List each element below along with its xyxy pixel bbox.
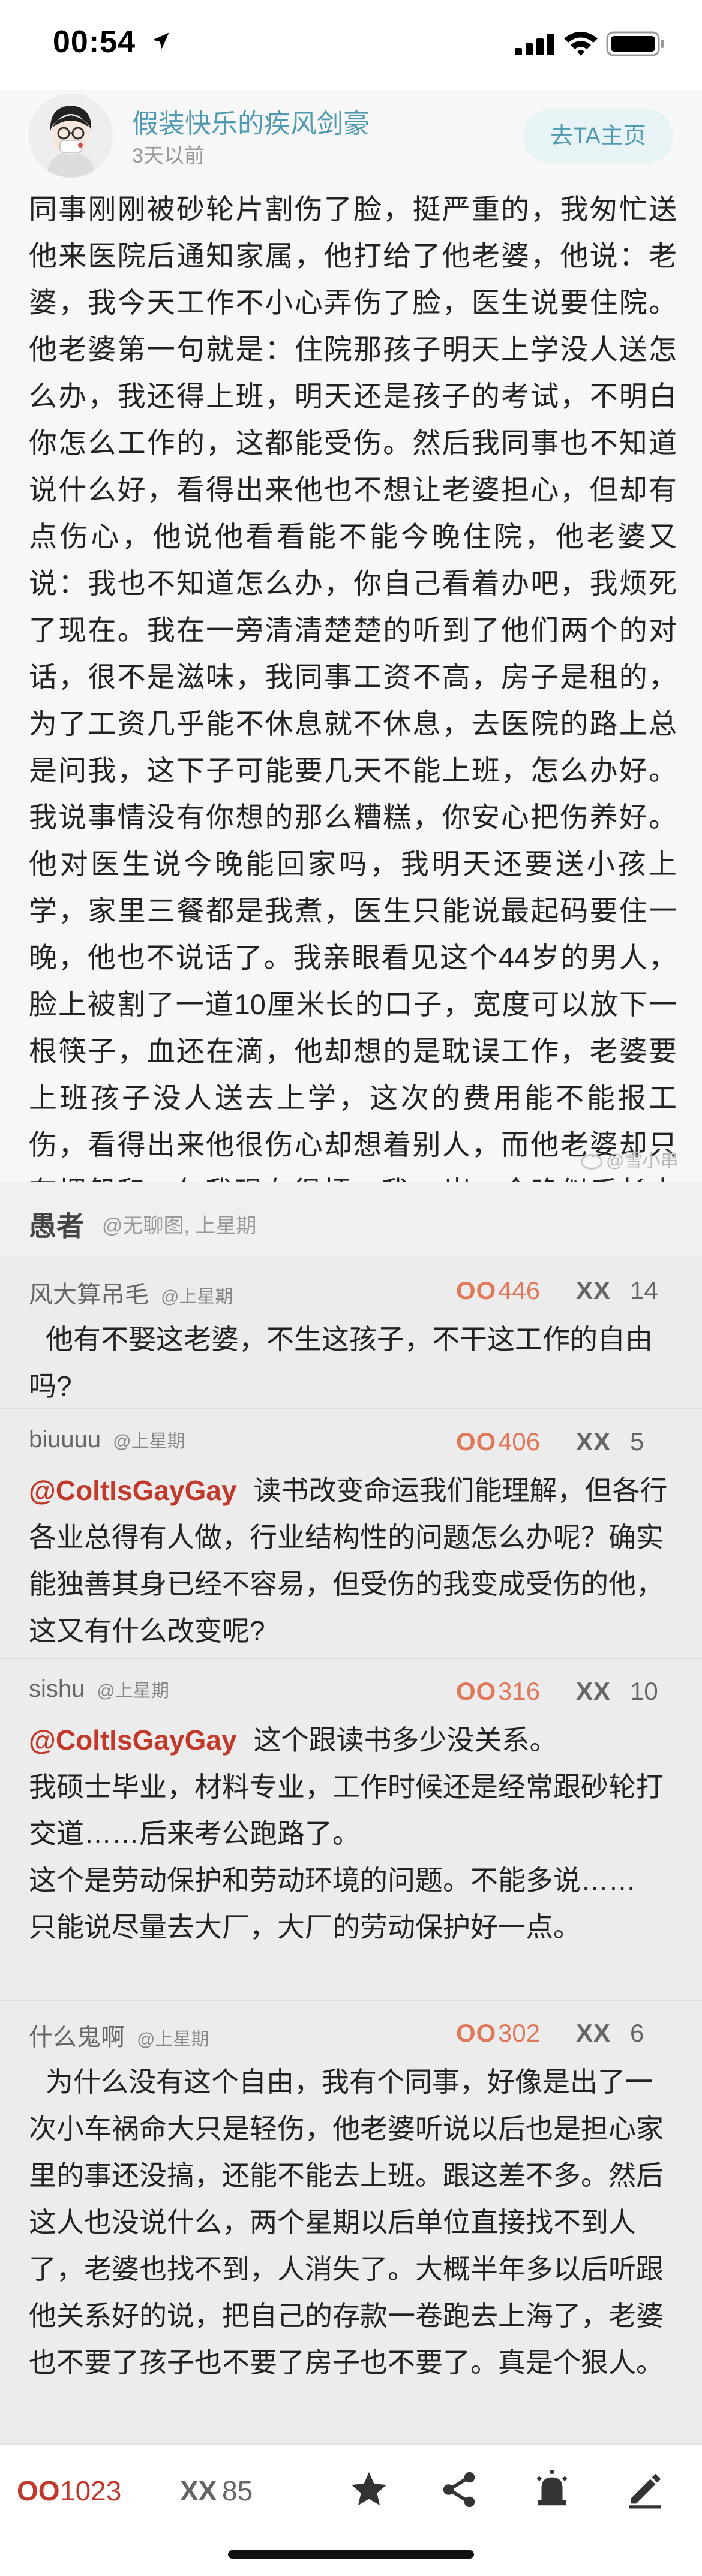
dislike-count: 6 <box>630 2019 644 2047</box>
comment-body: @ColtIsGayGay 读书改变命运我们能理解，但各行各业总得有人做，行业结构… <box>29 1467 677 1654</box>
dislike-icon[interactable]: XX <box>576 1427 611 1456</box>
dislike-icon[interactable]: XX <box>576 1276 611 1305</box>
comment-time: @上星期 <box>97 1681 169 1701</box>
like-icon[interactable]: OO <box>456 2019 496 2048</box>
home-indicator[interactable] <box>228 2550 474 2559</box>
comment-time: @上星期 <box>137 2030 209 2049</box>
dislike-icon[interactable]: XX <box>180 2475 217 2507</box>
share-icon[interactable] <box>438 2469 480 2511</box>
post-time: 3天以前 <box>132 145 205 167</box>
comment-user[interactable]: 什么鬼啊 @上星期 <box>29 2018 209 2052</box>
comment-body: 为什么没有这个自由，我有个同事，好像是出了一次小车祸命大只是轻伤，他老婆听说以后… <box>29 2058 677 2386</box>
dislike-count: 14 <box>630 1276 658 1304</box>
section-title: 愚者 <box>29 1210 84 1242</box>
battery-icon <box>606 31 664 56</box>
like-icon[interactable]: OO <box>456 1427 496 1456</box>
comment-username[interactable]: 什么鬼啊 <box>29 2024 125 2051</box>
status-bar: 00:54 <box>0 0 702 90</box>
like-icon[interactable]: OO <box>456 1677 496 1706</box>
post-card: 假装快乐的疾风剑豪 3天以前 去TA主页 同事刚刚被砂轮片割伤了脸，挺严重的，我… <box>0 90 702 1254</box>
comment-body: 他有不娶这老婆，不生这孩子，不干这工作的自由吗? <box>29 1316 677 1409</box>
dislike-count: 10 <box>630 1677 658 1705</box>
like-count: 316 <box>498 1677 541 1705</box>
location-arrow-icon <box>152 32 169 49</box>
comment-time: @上星期 <box>113 1432 185 1451</box>
comment-list: 风大算吊毛 @上星期 OO 446 XX 14 他有不娶这老婆，不生这孩子，不干这… <box>0 1257 702 2443</box>
like-icon[interactable]: OO <box>17 2475 60 2507</box>
comment-body: @ColtIsGayGay 这个跟读书多少没关系。 我硕士毕业，材料专业，工作时候… <box>29 1717 677 1950</box>
author-name[interactable]: 假装快乐的疾风剑豪 <box>132 102 370 140</box>
comment-item: biuuuu @上星期 OO 406 XX 5 @ColtIsGayGay 读书改变… <box>0 1408 702 1659</box>
like-total: 1023 <box>60 2475 122 2506</box>
avatar[interactable] <box>29 94 113 178</box>
watermark: @雪小串 <box>581 1146 678 1172</box>
report-icon[interactable] <box>531 2469 573 2511</box>
post-body: 同事刚刚被砂轮片割伤了脸，挺严重的，我匆忙送他来医院后通知家属，他打给了他老婆，… <box>29 193 677 1254</box>
comment-time: @上星期 <box>161 1287 233 1307</box>
wifi-icon <box>564 32 598 56</box>
comment-item: 风大算吊毛 @上星期 OO 446 XX 14 他有不娶这老婆，不生这孩子，不干这… <box>0 1257 702 1409</box>
like-count: 446 <box>498 1276 541 1304</box>
post-header: 假装快乐的疾风剑豪 3天以前 去TA主页 <box>0 90 702 186</box>
comment-text: 他有不娶这老婆，不生这孩子，不干这工作的自由吗? <box>29 1324 653 1402</box>
section-header: 愚者 @无聊图, 上星期 <box>0 1182 702 1257</box>
profile-button[interactable]: 去TA主页 <box>523 109 673 163</box>
comment-text: 为什么没有这个自由，我有个同事，好像是出了一次小车祸命大只是轻伤，他老婆听说以后… <box>29 2066 664 2378</box>
star-icon[interactable] <box>348 2469 390 2511</box>
comment-user[interactable]: 风大算吊毛 @上星期 <box>29 1275 233 1310</box>
cellular-signal-icon <box>515 34 554 55</box>
comment-user[interactable]: biuuuu @上星期 <box>29 1426 185 1453</box>
section-meta: @无聊图, 上星期 <box>102 1215 257 1237</box>
status-time: 00:54 <box>53 25 136 59</box>
comment-item: sishu @上星期 OO 316 XX 10 @ColtIsGayGay 这个跟读… <box>0 1658 702 2001</box>
edit-icon[interactable] <box>624 2469 666 2511</box>
like-count: 302 <box>498 2019 541 2047</box>
dislike-icon[interactable]: XX <box>576 2019 611 2048</box>
avatar-illustration <box>29 94 113 178</box>
comment-user[interactable]: sishu @上星期 <box>29 1676 169 1703</box>
comment-mention[interactable]: @ColtIsGayGay <box>29 1724 237 1756</box>
comment-username[interactable]: 风大算吊毛 <box>29 1282 149 1308</box>
comment-mention[interactable]: @ColtIsGayGay <box>29 1475 237 1506</box>
comment-username[interactable]: biuuuu <box>29 1426 101 1453</box>
dislike-count: 5 <box>630 1427 644 1456</box>
watermark-text: @雪小串 <box>606 1151 679 1171</box>
comment-username[interactable]: sishu <box>29 1676 85 1702</box>
like-count: 406 <box>498 1427 541 1456</box>
like-icon[interactable]: OO <box>456 1276 496 1305</box>
dislike-total: 85 <box>222 2475 253 2506</box>
comment-item: 什么鬼啊 @上星期 OO 302 XX 6 为什么没有这个自由，我有个同事，好像是… <box>0 2000 702 2443</box>
weibo-icon <box>581 1154 602 1170</box>
comment-text: 这个跟读书多少没关系。 我硕士毕业，材料专业，工作时候还是经常跟砂轮打交道……后… <box>29 1724 664 1943</box>
dislike-icon[interactable]: XX <box>576 1677 611 1706</box>
